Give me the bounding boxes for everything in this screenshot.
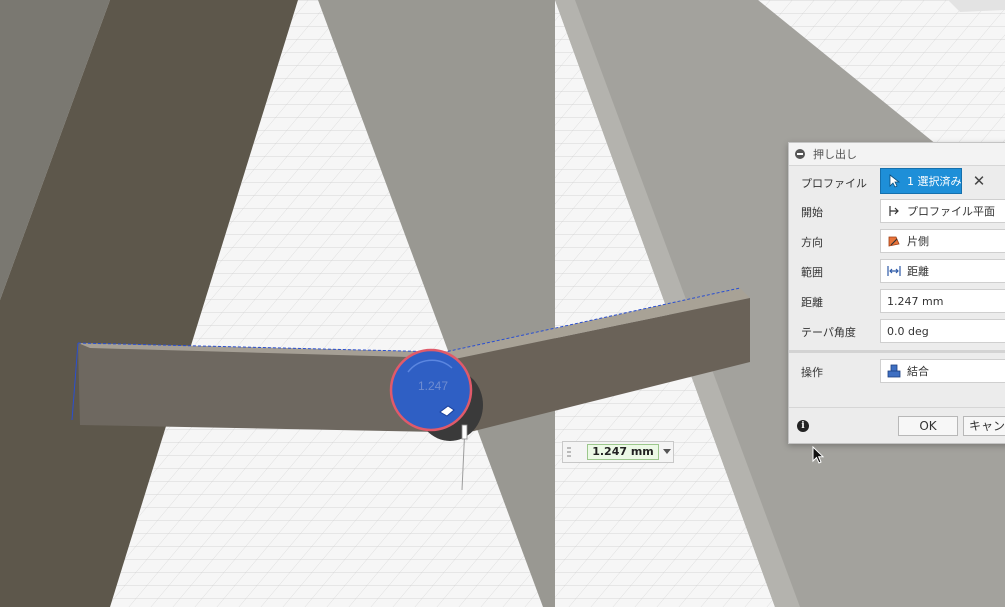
start-row: 開始 プロファイル平面 (789, 197, 1005, 225)
direction-value: 片側 (907, 235, 929, 248)
distance-extent-icon (887, 266, 901, 276)
start-select[interactable]: プロファイル平面 (880, 199, 1005, 223)
direction-label: 方向 (801, 236, 823, 249)
section-divider (789, 350, 1005, 353)
extrude-dialog: 押し出し プロファイル 1 選択済み ✕ 開始 プロファイル平面 方向 片側 範… (788, 142, 1005, 444)
taper-value: 0.0 deg (887, 324, 929, 338)
profile-row: プロファイル 1 選択済み ✕ (789, 168, 1005, 196)
distance-input[interactable]: 1.247 mm (880, 289, 1005, 313)
distance-row: 距離 1.247 mm (789, 287, 1005, 315)
operation-row: 操作 結合 (789, 357, 1005, 385)
info-icon[interactable]: i (797, 420, 809, 432)
operation-select[interactable]: 結合 (880, 359, 1005, 383)
taper-row: テーパ角度 0.0 deg (789, 317, 1005, 345)
join-operation-icon (887, 364, 901, 378)
distance-value: 1.247 mm (887, 294, 944, 308)
taper-input[interactable]: 0.0 deg (880, 319, 1005, 343)
profile-selection-value: 1 選択済み (907, 175, 962, 188)
start-label: 開始 (801, 206, 823, 219)
operation-value: 結合 (907, 365, 929, 378)
extent-label: 範囲 (801, 266, 823, 279)
ok-button[interactable]: OK (898, 416, 958, 436)
extent-select[interactable]: 距離 (880, 259, 1005, 283)
dialog-header[interactable]: 押し出し (789, 143, 1005, 166)
dimension-ghost-label: 1.247 (418, 379, 448, 393)
cancel-button[interactable]: キャンセル (963, 416, 1005, 436)
dropdown-arrow-icon[interactable] (663, 449, 671, 454)
extent-value: 距離 (907, 265, 929, 278)
one-side-direction-icon (888, 236, 900, 247)
dialog-footer: i OK キャンセル (789, 407, 1005, 444)
profile-label: プロファイル (801, 177, 867, 190)
mouse-cursor-icon (812, 446, 825, 464)
direction-select[interactable]: 片側 (880, 229, 1005, 253)
profile-plane-icon (889, 206, 899, 216)
distance-dimension-input[interactable]: 1.247 mm (562, 441, 674, 463)
direction-row: 方向 片側 (789, 227, 1005, 255)
start-value: プロファイル平面 (907, 205, 995, 218)
extent-row: 範囲 距離 (789, 257, 1005, 285)
dialog-title: 押し出し (813, 148, 857, 161)
taper-label: テーパ角度 (801, 326, 856, 339)
cursor-select-icon (889, 174, 901, 188)
profile-selection-button[interactable]: 1 選択済み (880, 168, 962, 194)
collapse-icon[interactable] (795, 149, 805, 159)
operation-label: 操作 (801, 366, 823, 379)
manipulator-handle[interactable] (461, 424, 468, 440)
distance-label: 距離 (801, 296, 823, 309)
drag-grip[interactable] (567, 447, 571, 459)
distance-value-field[interactable]: 1.247 mm (587, 444, 659, 460)
close-icon[interactable]: ✕ (970, 172, 988, 190)
